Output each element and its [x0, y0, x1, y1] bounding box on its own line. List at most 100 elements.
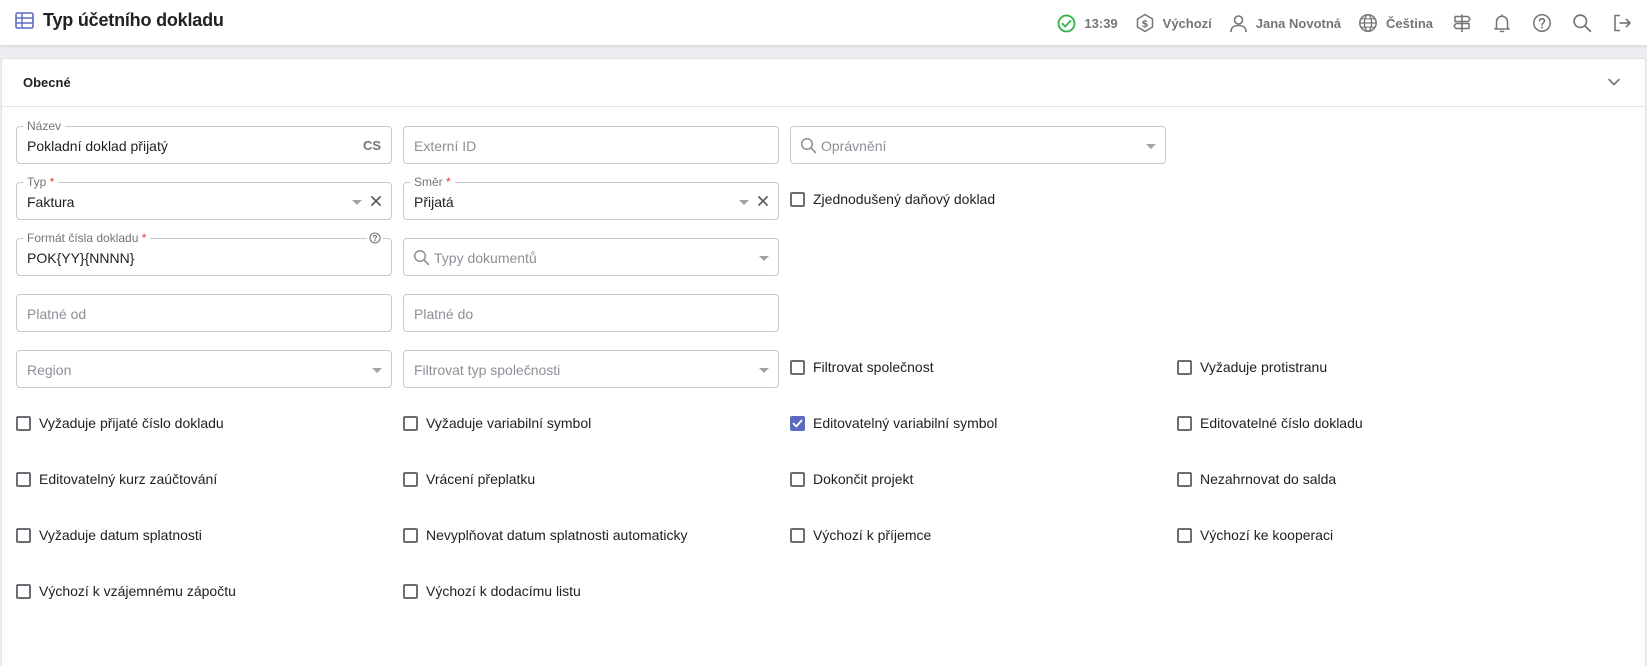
checkbox-requires-variable-symbol[interactable]: Vyžaduje variabilní symbol [403, 414, 591, 432]
svg-text:$: $ [1141, 19, 1148, 30]
logout-button[interactable] [1611, 12, 1633, 34]
notifications-button[interactable] [1491, 12, 1513, 34]
title-area: Typ účetního dokladu [15, 10, 224, 31]
panel-header[interactable]: Obecné [2, 59, 1645, 107]
checkbox-box[interactable] [790, 359, 805, 375]
checkbox-label: Vyžaduje datum splatnosti [39, 527, 202, 543]
company-type-filter-placeholder: Filtrovat typ společnosti [414, 362, 561, 378]
checkbox-box[interactable] [16, 583, 31, 599]
checkbox-default-mutual-offset[interactable]: Výchozí k vzájemnému zápočtu [16, 582, 236, 600]
checkbox-label: Filtrovat společnost [813, 359, 934, 375]
checkbox-box[interactable] [403, 415, 418, 431]
checkbox-default-delivery-note[interactable]: Výchozí k dodacímu listu [403, 582, 581, 600]
external-id-field[interactable]: Externí ID [403, 126, 779, 164]
help-button[interactable] [1531, 12, 1553, 34]
search-button[interactable] [1571, 12, 1593, 34]
checkbox-label: Vyžaduje variabilní symbol [426, 415, 592, 431]
permissions-select[interactable]: Oprávnění [790, 126, 1166, 164]
checkbox-label: Nevyplňovat datum splatnosti automaticky [426, 527, 688, 543]
globe-icon [1358, 13, 1378, 33]
checkbox-label: Zjednodušený daňový doklad [813, 191, 996, 207]
checkbox-box[interactable] [1177, 359, 1192, 375]
currency-label: Výchozí [1162, 15, 1212, 31]
search-icon [800, 137, 817, 154]
valid-to-placeholder: Platné do [414, 306, 474, 322]
sync-status[interactable]: 13:39 [1057, 14, 1118, 33]
type-select[interactable]: Typ * Faktura [16, 175, 392, 220]
number-format-field[interactable]: Formát čísla dokladu * POK{YY}{NNNN} [16, 231, 392, 276]
checkbox-box[interactable] [16, 415, 31, 431]
language-selector[interactable]: Čeština [1358, 13, 1433, 33]
dropdown-arrow-icon[interactable] [739, 200, 749, 205]
checkbox-label: Výchozí ke kooperaci [1200, 527, 1334, 543]
language-badge[interactable]: CS [363, 138, 381, 153]
signpost-button[interactable] [1451, 12, 1473, 34]
checkbox-box[interactable] [1177, 471, 1192, 487]
checkbox-box[interactable] [790, 471, 805, 487]
help-icon[interactable] [367, 232, 383, 244]
user-icon [1229, 14, 1248, 33]
checkbox-editable-variable-symbol[interactable]: Editovatelný variabilní symbol [790, 414, 997, 432]
checkbox-box[interactable] [16, 527, 31, 543]
search-icon [1572, 13, 1592, 33]
dropdown-arrow-icon[interactable] [372, 368, 382, 373]
permissions-placeholder: Oprávnění [821, 138, 887, 154]
checkbox-label: Vyžaduje přijaté číslo dokladu [39, 415, 224, 431]
user-menu[interactable]: Jana Novotná [1229, 14, 1341, 33]
company-type-filter-select[interactable]: Filtrovat typ společnosti [403, 350, 779, 388]
region-select[interactable]: Region [16, 350, 392, 388]
signpost-icon [1452, 13, 1472, 33]
direction-select[interactable]: Směr * Přijatá [403, 175, 779, 220]
valid-from-placeholder: Platné od [27, 306, 87, 322]
clear-icon[interactable] [369, 194, 383, 208]
valid-from-field[interactable]: Platné od [16, 294, 392, 332]
checkbox-box[interactable] [403, 583, 418, 599]
checkbox-box-checked[interactable] [790, 415, 805, 431]
dropdown-arrow-icon[interactable] [1146, 144, 1156, 149]
checkbox-editable-document-number[interactable]: Editovatelné číslo dokladu [1177, 414, 1363, 432]
currency-selector[interactable]: $ Výchozí [1135, 13, 1212, 33]
language-label: Čeština [1386, 15, 1433, 31]
type-field-label: Typ * [23, 175, 59, 189]
bell-icon [1492, 13, 1512, 33]
checkbox-editable-posting-rate[interactable]: Editovatelný kurz zaúčtování [16, 470, 217, 488]
checkbox-overpayment-refund[interactable]: Vrácení přeplatku [403, 470, 535, 488]
chevron-down-icon[interactable] [1607, 75, 1621, 89]
checkbox-requires-received-number[interactable]: Vyžaduje přijaté číslo dokladu [16, 414, 224, 432]
checkbox-exclude-from-balance[interactable]: Nezahrnovat do salda [1177, 470, 1336, 488]
checkbox-filter-company[interactable]: Filtrovat společnost [790, 358, 934, 376]
number-format-value: POK{YY}{NNNN} [27, 250, 135, 266]
checkbox-box[interactable] [790, 527, 805, 543]
top-bar: Typ účetního dokladu 13:39 $ Výchozí Jan… [0, 0, 1647, 46]
checkbox-default-for-receipt[interactable]: Výchozí k příjemce [790, 526, 931, 544]
checkbox-complete-project[interactable]: Dokončit projekt [790, 470, 913, 488]
checkbox-box[interactable] [403, 471, 418, 487]
checkbox-simplified-tax-document[interactable]: Zjednodušený daňový doklad [790, 190, 995, 208]
checkbox-box[interactable] [1177, 415, 1192, 431]
checkbox-requires-counterparty[interactable]: Vyžaduje protistranu [1177, 358, 1327, 376]
region-placeholder: Region [27, 362, 72, 378]
dropdown-arrow-icon[interactable] [352, 200, 362, 205]
checkbox-default-for-cooperation[interactable]: Výchozí ke kooperaci [1177, 526, 1333, 544]
checkbox-label: Výchozí k vzájemnému zápočtu [39, 583, 236, 599]
user-name: Jana Novotná [1255, 15, 1342, 31]
checkbox-requires-due-date[interactable]: Vyžaduje datum splatnosti [16, 526, 202, 544]
checkbox-box[interactable] [790, 191, 805, 207]
checkbox-box[interactable] [16, 471, 31, 487]
valid-to-field[interactable]: Platné do [403, 294, 779, 332]
checkbox-no-auto-due-date[interactable]: Nevyplňovat datum splatnosti automaticky [403, 526, 687, 544]
dropdown-arrow-icon[interactable] [759, 368, 769, 373]
checkbox-box[interactable] [403, 527, 418, 543]
table-icon [15, 12, 34, 29]
checkbox-label: Výchozí k příjemce [813, 527, 932, 543]
document-types-select[interactable]: Typy dokumentů [403, 238, 779, 276]
checkbox-label: Nezahrnovat do salda [1200, 471, 1337, 487]
logout-icon [1612, 13, 1632, 33]
checkbox-box[interactable] [1177, 527, 1192, 543]
general-panel: Obecné Název Pokladní doklad přijatý CS … [1, 58, 1646, 666]
checkbox-label: Vyžaduje protistranu [1200, 359, 1328, 375]
dropdown-arrow-icon[interactable] [759, 256, 769, 261]
clear-icon[interactable] [756, 194, 770, 208]
name-field[interactable]: Název Pokladní doklad přijatý CS [16, 119, 392, 164]
help-icon [1532, 13, 1552, 33]
